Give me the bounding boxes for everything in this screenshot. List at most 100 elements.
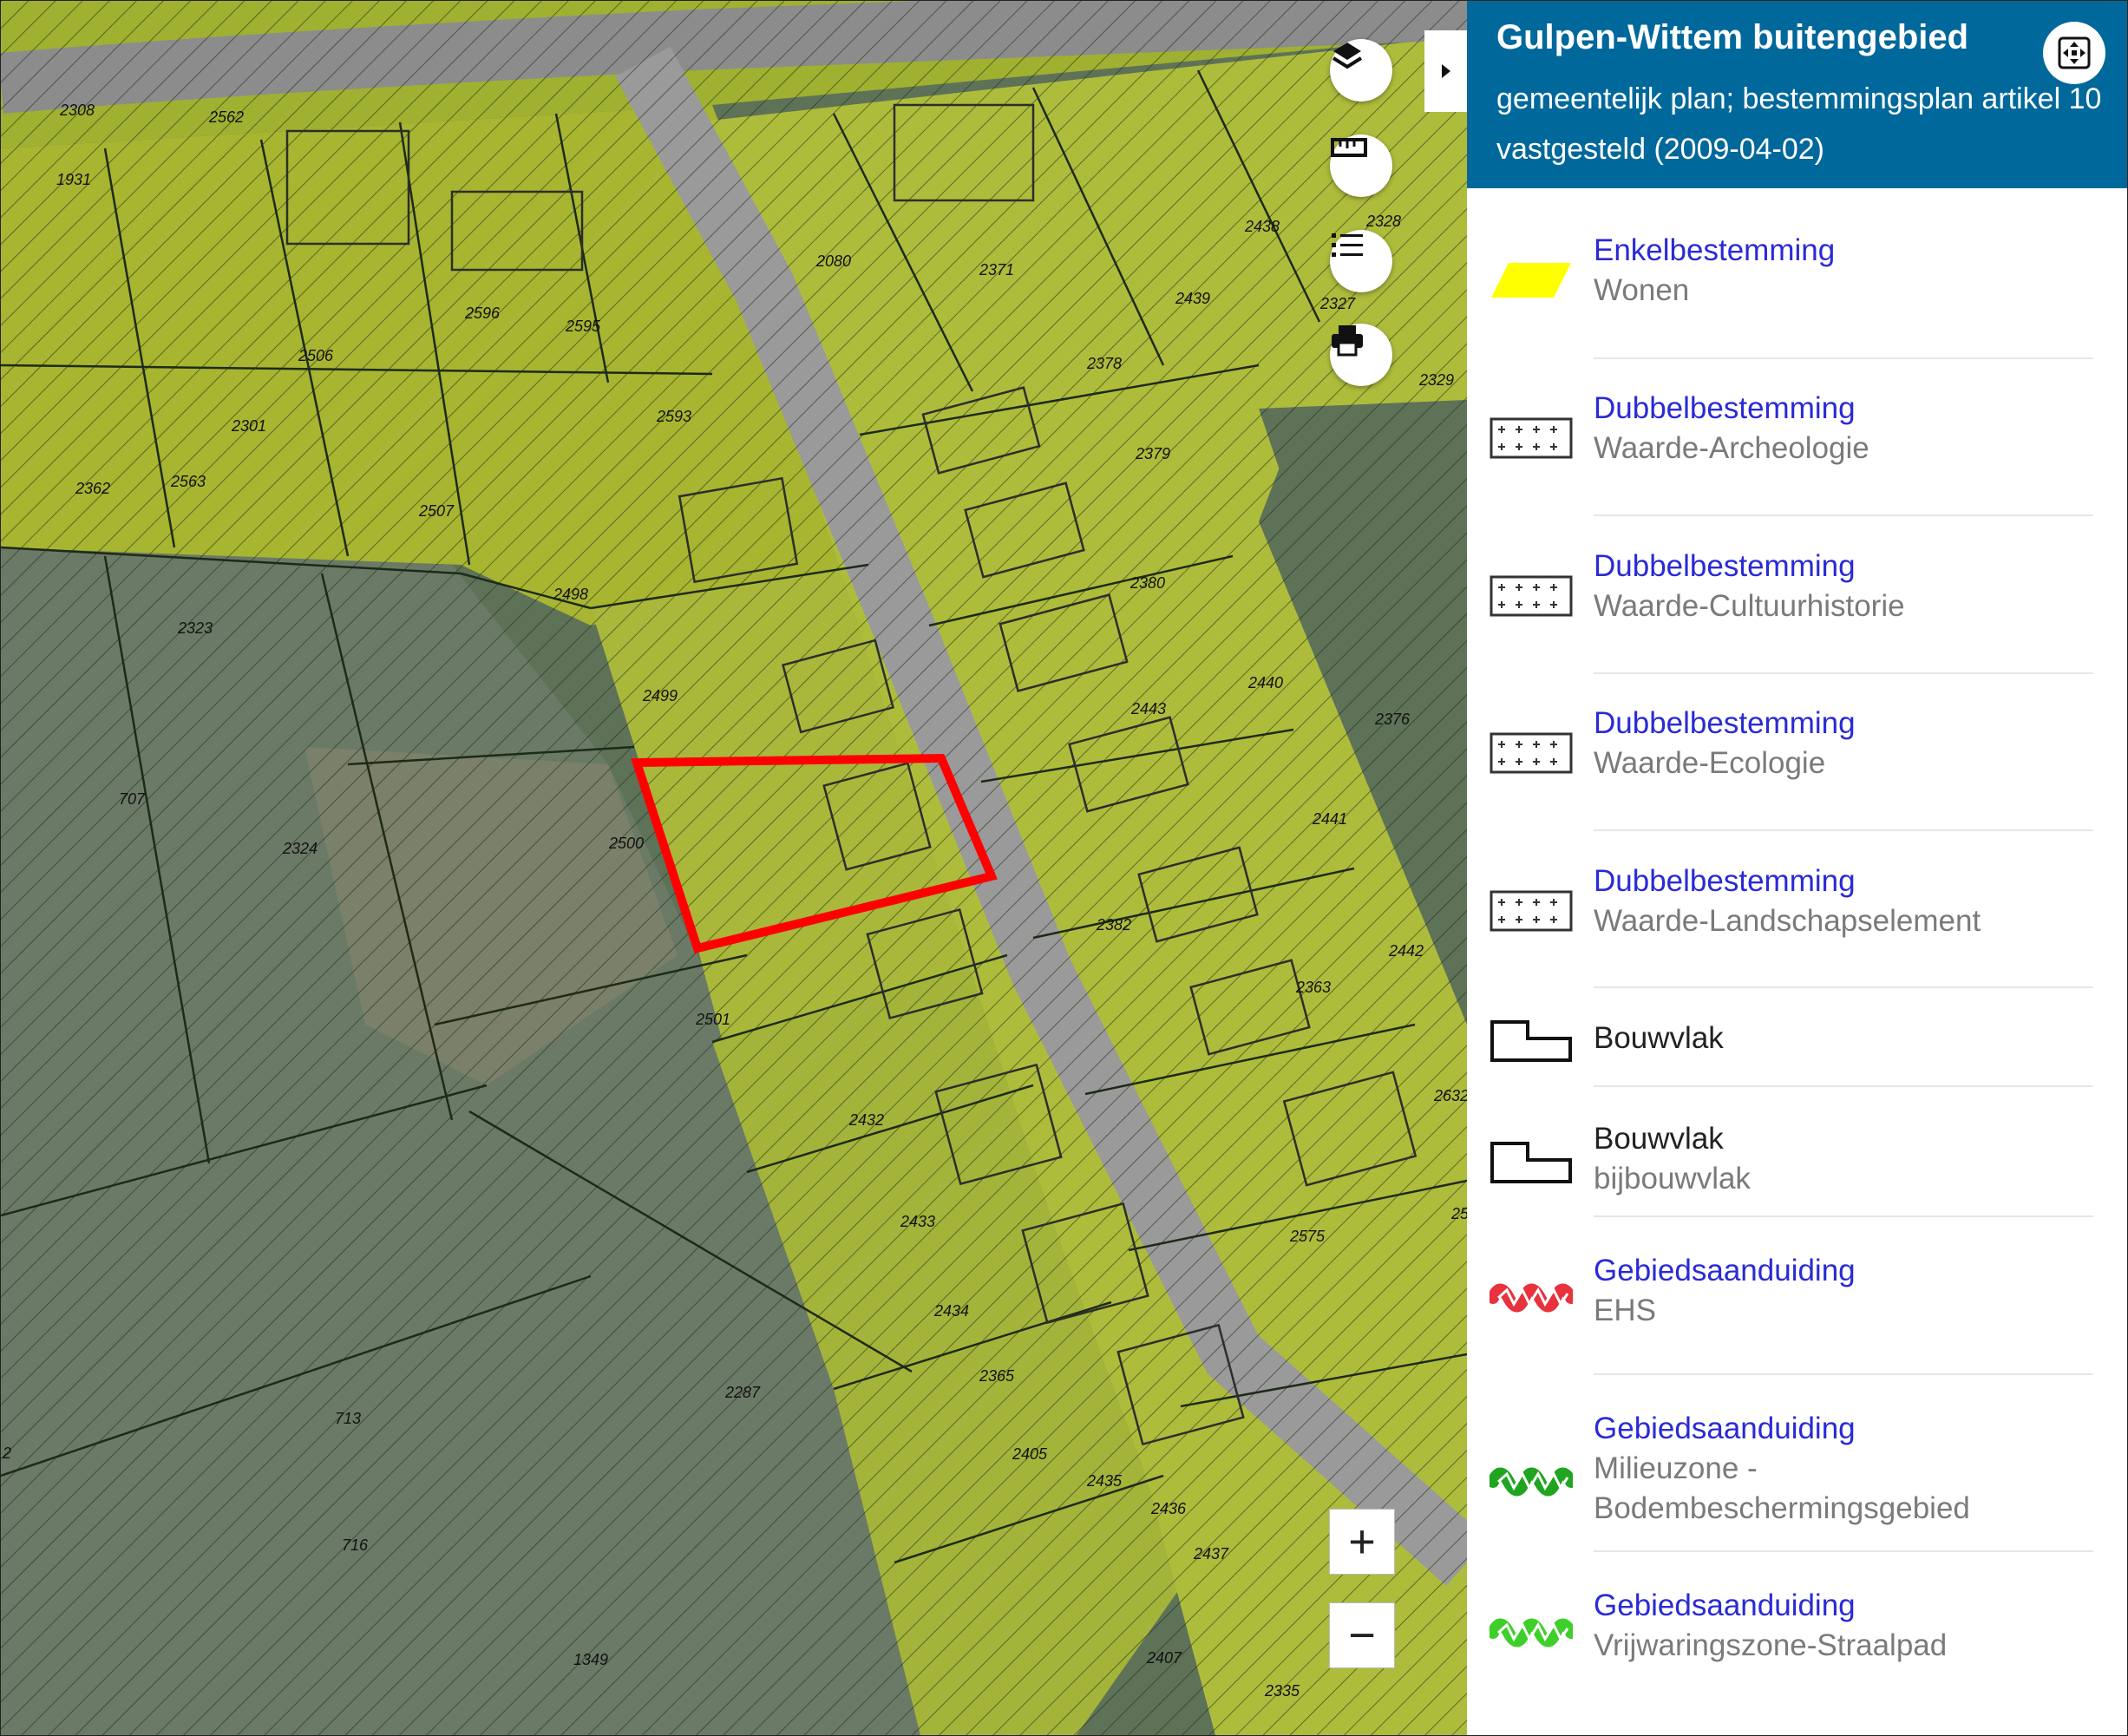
parcel-label: 2376 (1374, 711, 1411, 728)
legend-divider (1594, 672, 2093, 674)
plan-subtitle: gemeentelijk plan; bestemmingsplan artik… (1496, 82, 2102, 115)
legend-title: Bouwvlak (1594, 1122, 1724, 1156)
legend-subtitle: Waarde-Landschapselement (1594, 904, 1981, 938)
parcel-label: 2328 (1365, 213, 1401, 230)
legend-subtitle: Waarde-Archeologie (1594, 431, 1869, 465)
parcel-label: 2442 (1388, 942, 1424, 960)
legend-divider (1594, 986, 2093, 988)
measure-button[interactable] (1330, 134, 1392, 197)
parcel-label: 2301 (231, 417, 266, 435)
parcel-label: 2436 (1150, 1500, 1187, 1517)
parcel-label: 2441 (1312, 810, 1347, 828)
legend-title: Enkelbestemming (1594, 233, 1836, 267)
legend-title: Dubbelbestemming (1594, 706, 1856, 740)
legend-subtitle: bijbouwvlak (1594, 1162, 1751, 1196)
parcel-label: 1931 (56, 171, 91, 188)
parcel-label: 2378 (1086, 355, 1122, 372)
legend-subtitle: Waarde-Cultuurhistorie (1594, 589, 1905, 623)
cross-grid-icon (1490, 732, 1573, 774)
parcel-label: 2434 (933, 1302, 969, 1320)
zoom-in-button[interactable]: + (1329, 1509, 1395, 1575)
list-icon (1332, 233, 1363, 257)
parcel-label: 2443 (1130, 700, 1166, 717)
zoom-out-button[interactable]: − (1329, 1602, 1395, 1668)
parcel-label: 2593 (656, 408, 691, 425)
print-button[interactable] (1330, 324, 1392, 386)
parcel-label: 2438 (1244, 218, 1280, 235)
layers-button[interactable] (1330, 39, 1392, 102)
panel-header: Gulpen-Wittem buitengebied gemeentelijk … (1467, 1, 2127, 188)
parcel-label: 2596 (464, 305, 501, 322)
zoom-to-extent-button[interactable] (2043, 22, 2105, 84)
printer-icon (1332, 325, 1363, 357)
parcel-label: 713 (335, 1410, 361, 1427)
parcel-label: 2335 (1264, 1682, 1300, 1700)
parcel-label: 2433 (900, 1213, 935, 1230)
cross-grid-icon (1490, 575, 1573, 617)
parcel-label: 2405 (1012, 1445, 1048, 1463)
parcel-label: 2562 (208, 108, 244, 126)
parcel-label: 707 (119, 790, 146, 808)
legend-subtitle: Milieuzone - (1594, 1451, 1758, 1485)
legend-title: Gebiedsaanduiding (1594, 1589, 1856, 1622)
legend-subtitle: Vrijwaringszone-Straalpad (1594, 1628, 1948, 1662)
parcel-label: 2407 (1146, 1649, 1182, 1667)
parcel-label: 2439 (1175, 290, 1210, 307)
fit-extent-icon (2058, 36, 2091, 69)
plan-title: Gulpen-Wittem buitengebied (1496, 18, 1969, 56)
parcel-label: 1349 (573, 1651, 608, 1668)
parcel-label: 2 (2, 1444, 11, 1462)
parcel-label: 2371 (979, 261, 1014, 278)
parcel-label: 2563 (170, 473, 206, 490)
parcel-label: 2362 (75, 480, 110, 497)
parcel-label: 2327 (1319, 295, 1356, 312)
legend-title: Gebiedsaanduiding (1594, 1412, 1856, 1445)
parcel-label: 2324 (282, 840, 318, 857)
parcel-label: 2499 (642, 687, 678, 704)
cross-grid-icon (1490, 417, 1573, 459)
parcel-label: 2507 (418, 502, 455, 520)
legend-divider (1594, 514, 2093, 516)
building-outline-icon (1490, 1020, 1572, 1062)
parcel-label: 2501 (695, 1011, 730, 1028)
parcel-label: 2632 (1433, 1087, 1467, 1104)
parcel-label: 2379 (1135, 445, 1170, 462)
parcel-label: 2432 (848, 1111, 884, 1129)
legend-divider (1594, 357, 2093, 359)
legend-divider (1594, 1550, 2093, 1552)
legend-subtitle: Wonen (1594, 273, 1690, 307)
legend-divider (1594, 1373, 2093, 1375)
legend-button[interactable] (1330, 230, 1392, 292)
legend-divider (1594, 1085, 2093, 1087)
parcel-label: 25 (1450, 1205, 1467, 1222)
collapse-panel-button[interactable] (1424, 30, 1468, 112)
plan-status: vastgesteld (2009-04-02) (1496, 133, 1825, 166)
parcel-label: 2382 (1096, 916, 1131, 934)
legend-title: Dubbelbestemming (1594, 864, 1856, 898)
parcel-label: 2595 (565, 318, 601, 335)
ruler-icon (1331, 138, 1367, 157)
triangle-right-icon (1442, 64, 1450, 78)
parcel-label: 716 (342, 1536, 369, 1554)
layers-icon (1332, 43, 1363, 69)
legend-divider (1594, 1215, 2093, 1217)
parcel-label: 2380 (1129, 574, 1165, 592)
parcel-label: 2323 (177, 619, 213, 637)
parcel-label: 2080 (815, 252, 851, 270)
parcel-label: 2435 (1086, 1472, 1123, 1490)
legend-title: Bouwvlak (1594, 1021, 1724, 1055)
yellow-parallelogram-icon (1491, 263, 1571, 298)
legend-title: Dubbelbestemming (1594, 391, 1856, 425)
map-view[interactable]: 2308 2562 1931 2596 2595 2506 2301 2593 … (1, 1, 1467, 1735)
legend-divider (1594, 829, 2093, 831)
parcel-label: 2575 (1289, 1228, 1326, 1245)
legend-subtitle: Waarde-Ecologie (1594, 746, 1826, 780)
parcel-label: 2287 (724, 1384, 761, 1401)
parcel-label: 2308 (59, 102, 95, 119)
map-canvas[interactable]: 2308 2562 1931 2596 2595 2506 2301 2593 … (1, 1, 1467, 1735)
legend-subtitle: EHS (1594, 1294, 1656, 1327)
parcel-label: 2329 (1418, 371, 1454, 389)
parcel-label: 2363 (1295, 979, 1331, 996)
parcel-label: 2365 (979, 1367, 1015, 1385)
parcel-label: 2498 (553, 586, 588, 603)
